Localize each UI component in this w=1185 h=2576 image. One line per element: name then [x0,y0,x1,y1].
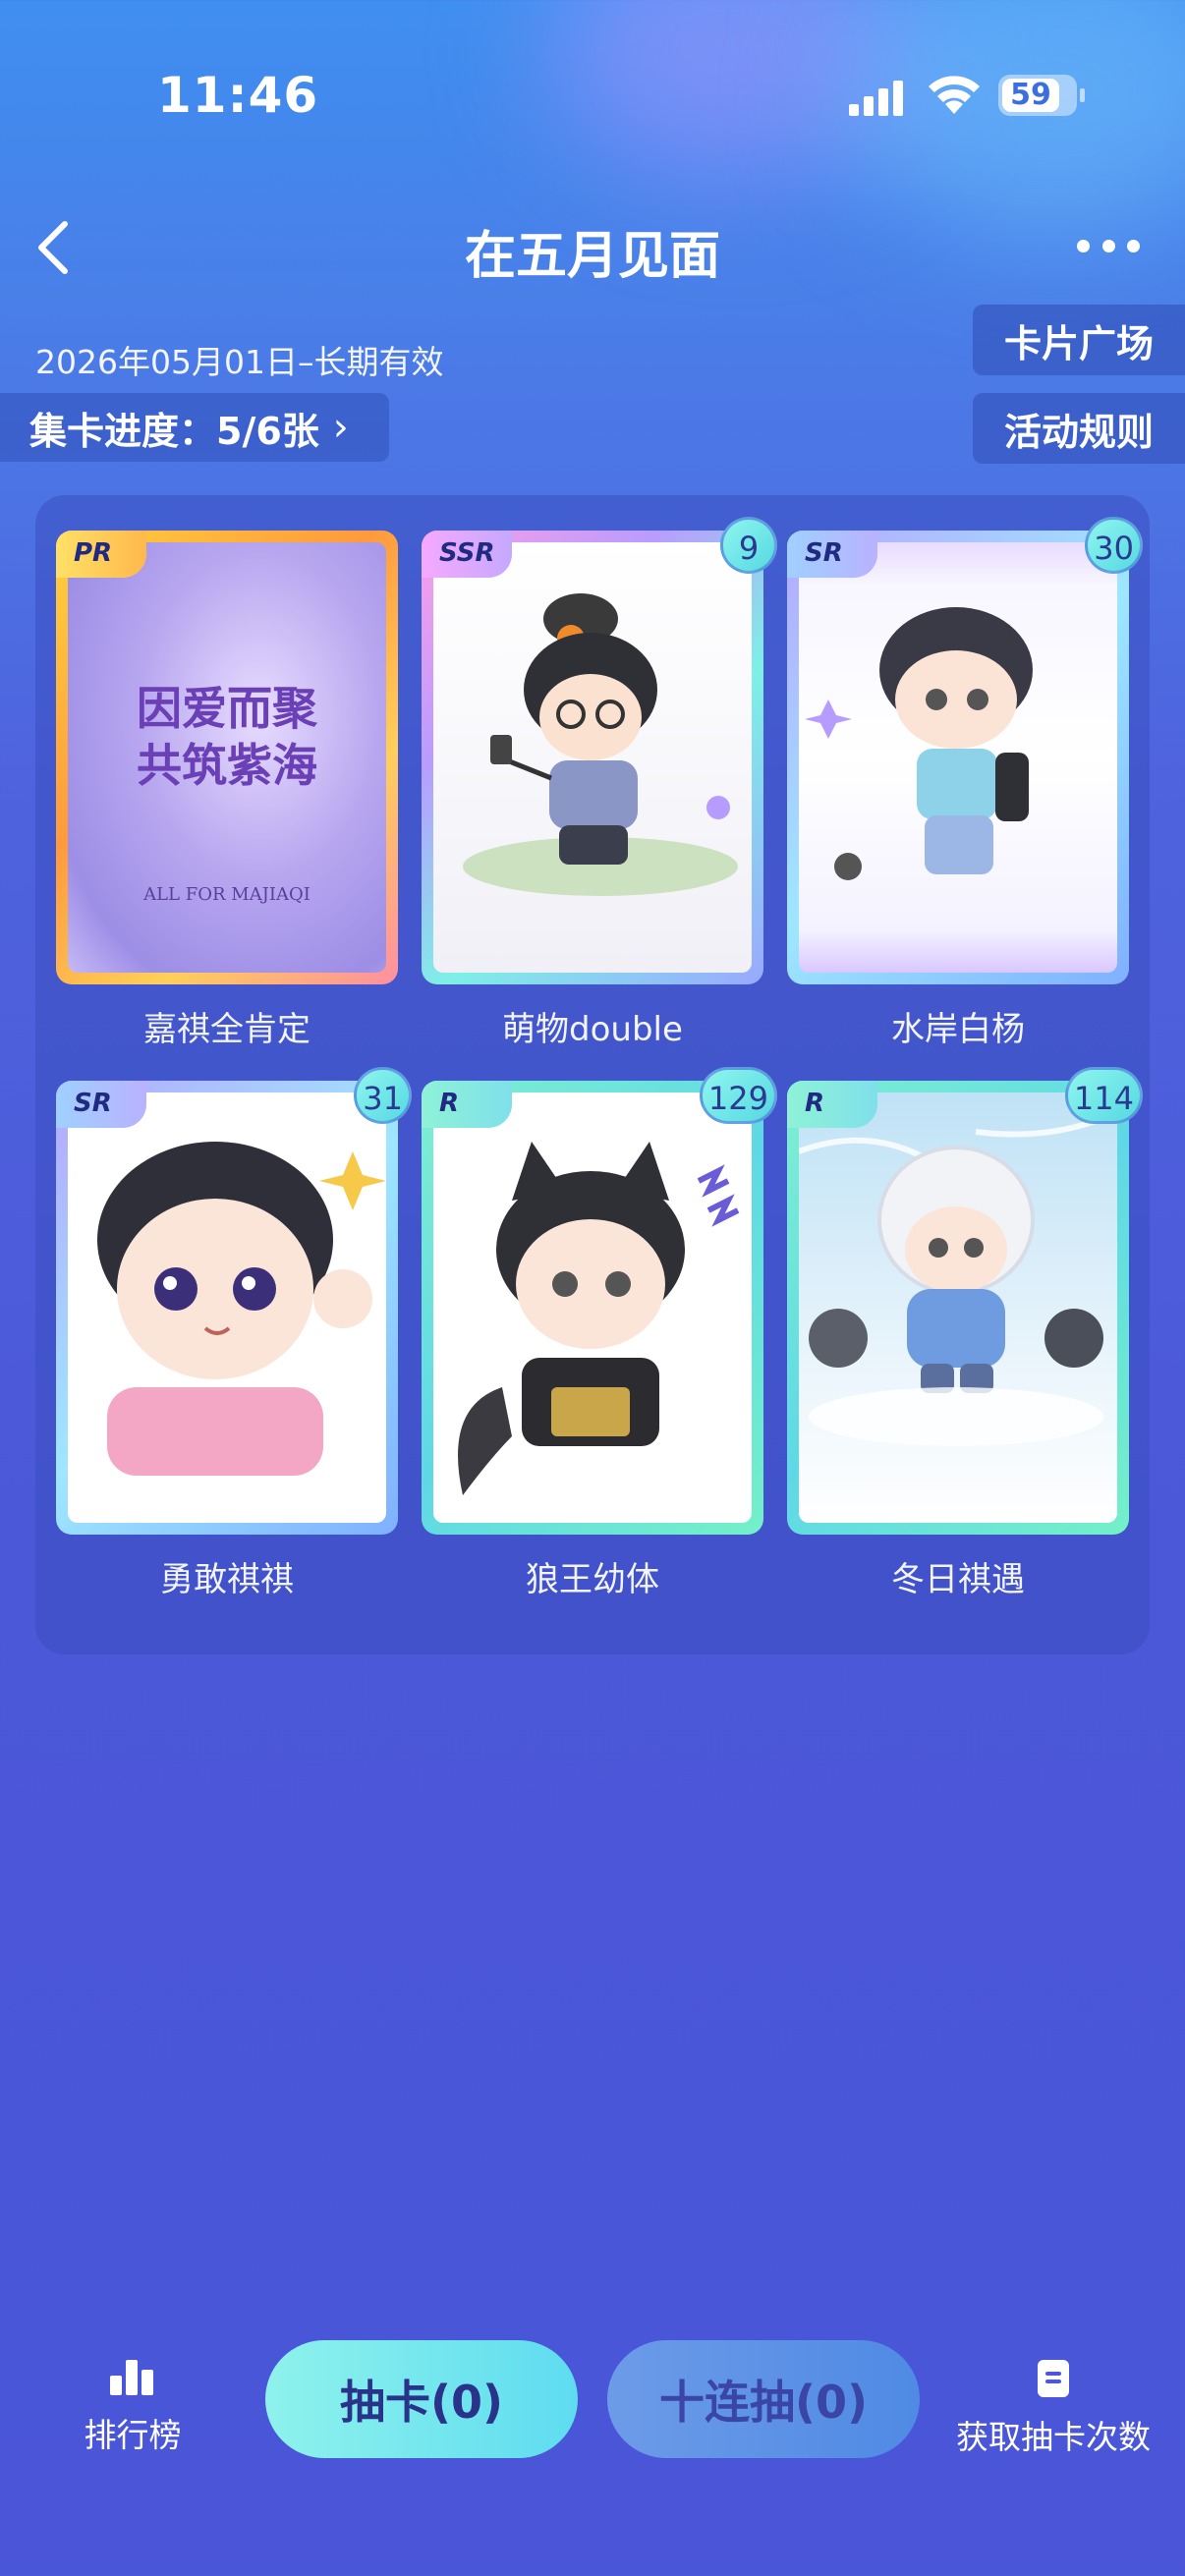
collection-progress-button[interactable]: 集卡进度：5/6张 › [0,393,389,462]
rarity-badge: PR [56,531,146,578]
document-icon [1038,2360,1069,2397]
event-date-range: 2026年05月01日–长期有效 [35,343,444,381]
chibi-character-illustration [463,593,738,896]
activity-rules-button[interactable]: 活动规则 [973,393,1185,464]
card-count-badge: 129 [699,1067,777,1124]
signal-icon [849,79,908,116]
rarity-badge: R [422,1081,512,1128]
more-icon[interactable] [1077,236,1140,255]
card-count-badge: 9 [720,517,777,574]
leaderboard-button[interactable]: 排行榜 [79,2358,187,2456]
rarity-badge: SR [787,531,877,578]
rarity-badge: R [787,1081,877,1128]
card-name: 勇敢祺祺 [160,1560,294,1599]
card-pr[interactable]: 因爱而聚 共筑紫海 ALL FOR MAJIAQI PR [56,531,398,984]
chibi-character-illustration [458,1142,740,1495]
chibi-character-illustration [805,607,1033,880]
card-r[interactable]: R 114 [787,1067,1143,1535]
page-title: 在五月见面 [464,227,720,286]
card-count-badge: 31 [354,1067,412,1124]
get-draws-label: 获取抽卡次数 [956,2418,1151,2456]
card-name: 嘉祺全肯定 [143,1010,310,1049]
get-draws-button[interactable]: 获取抽卡次数 [945,2358,1161,2458]
chibi-character-illustration [97,1142,386,1476]
status-time: 11:46 [157,67,319,124]
draw-one-button[interactable]: 抽卡(0) [265,2340,578,2458]
card-name: 萌物double [502,1010,683,1049]
card-count-badge: 114 [1064,1067,1143,1124]
battery-level: 59 [1002,79,1059,112]
chevron-right-icon: › [332,405,349,450]
card-count-badge: 30 [1085,517,1143,574]
battery-icon: 59 [998,75,1085,116]
draw-ten-button[interactable]: 十连抽(0) [607,2340,920,2458]
card-art-text: 因爱而聚 [137,682,317,735]
card-art-text: 共筑紫海 [137,739,317,792]
leaderboard-icon [110,2360,153,2395]
rarity-badge: SSR [422,531,512,578]
card-sr[interactable]: SR 30 [787,517,1143,984]
collection-progress-label: 集卡进度：5/6张 [29,409,319,453]
card-plaza-button[interactable]: 卡片广场 [973,305,1185,375]
card-name: 狼王幼体 [526,1560,659,1599]
chibi-character-illustration [799,1109,1117,1446]
leaderboard-label: 排行榜 [84,2416,182,2454]
card-name: 冬日祺遇 [891,1560,1025,1599]
card-ssr[interactable]: SSR 9 [422,517,777,984]
card-art-subtext: ALL FOR MAJIAQI [143,884,310,905]
card-r[interactable]: R 129 [422,1067,777,1535]
card-sr[interactable]: SR 31 [56,1067,412,1535]
card-name: 水岸白杨 [891,1010,1025,1049]
wifi-icon [929,76,980,114]
rarity-badge: SR [56,1081,146,1128]
